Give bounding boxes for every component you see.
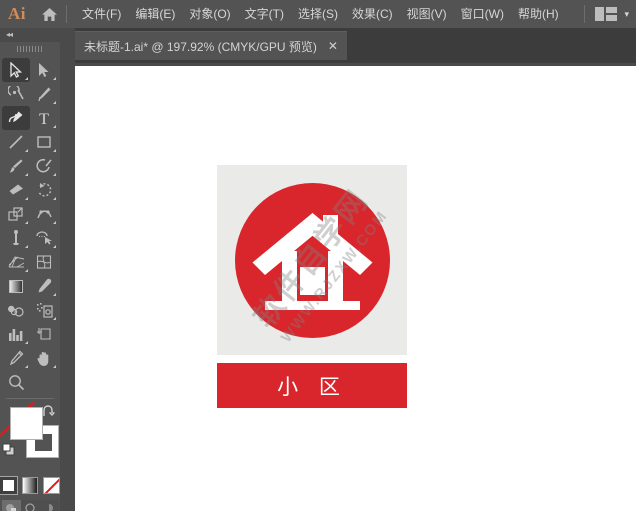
type-tool-icon[interactable]: T xyxy=(30,106,58,130)
magic-wand-tool-icon[interactable] xyxy=(2,82,30,106)
scale-tool-icon[interactable] xyxy=(2,202,30,226)
panel-gutter xyxy=(60,28,75,511)
menu-window[interactable]: 窗口(W) xyxy=(454,3,511,25)
blend-tool-icon[interactable] xyxy=(2,298,30,322)
artwork-label-text: 小 区 xyxy=(277,374,347,399)
zoom-tool-icon[interactable] xyxy=(2,370,30,394)
gradient-tool-icon[interactable] xyxy=(2,274,30,298)
document-tab-bar: 未标题-1.ai* @ 197.92% (CMYK/GPU 预览) ✕ xyxy=(0,28,636,60)
document-tab[interactable]: 未标题-1.ai* @ 197.92% (CMYK/GPU 预览) ✕ xyxy=(72,31,347,60)
tool-grid: T xyxy=(0,56,60,394)
color-swatch-button[interactable] xyxy=(0,476,18,495)
menubar-divider-right xyxy=(584,5,586,23)
selection-tool-icon[interactable] xyxy=(2,58,30,82)
width-tool-icon[interactable] xyxy=(30,202,58,226)
menu-select[interactable]: 选择(S) xyxy=(291,3,345,25)
fill-swatch[interactable] xyxy=(10,407,43,440)
paintbrush-tool-icon[interactable] xyxy=(2,154,30,178)
default-fill-stroke-icon[interactable] xyxy=(2,443,16,462)
menu-view[interactable]: 视图(V) xyxy=(400,3,454,25)
chevron-down-icon[interactable]: ▾ xyxy=(624,9,629,19)
fill-stroke-controls xyxy=(0,401,60,475)
direct-selection-tool-icon[interactable] xyxy=(30,58,58,82)
shape-builder-tool-icon[interactable] xyxy=(30,226,58,250)
document-tab-label: 未标题-1.ai* @ 197.92% (CMYK/GPU 预览) xyxy=(84,39,317,54)
menubar-divider xyxy=(66,5,67,23)
menu-effect[interactable]: 效果(C) xyxy=(345,3,400,25)
draw-inside-button[interactable] xyxy=(39,500,59,511)
tools-panel-header[interactable]: ◂◂ xyxy=(0,28,60,42)
house-icon xyxy=(235,183,390,338)
curvature-tool-icon[interactable] xyxy=(2,106,30,130)
tools-panel-grip[interactable] xyxy=(0,42,60,56)
rotate-tool-icon[interactable] xyxy=(30,178,58,202)
gradient-swatch-button[interactable] xyxy=(21,477,39,494)
mesh-tool-icon[interactable] xyxy=(30,250,58,274)
pen-tool-icon[interactable] xyxy=(30,82,58,106)
menubar-right-group: ▾ xyxy=(584,5,636,23)
rectangle-tool-icon[interactable] xyxy=(30,130,58,154)
hand-tool-icon[interactable] xyxy=(30,346,58,370)
slice-tool-icon[interactable] xyxy=(2,346,30,370)
perspective-grid-tool-icon[interactable] xyxy=(2,250,30,274)
tool-grid-empty xyxy=(30,370,58,394)
artboard-tool-icon[interactable] xyxy=(30,322,58,346)
free-transform-tool-icon[interactable] xyxy=(2,226,30,250)
menu-items: 文件(F) 编辑(E) 对象(O) 文字(T) 选择(S) 效果(C) 视图(V… xyxy=(75,3,566,25)
draw-behind-button[interactable] xyxy=(20,500,40,511)
column-graph-tool-icon[interactable] xyxy=(2,322,30,346)
workspace-switcher-icon[interactable] xyxy=(595,7,618,21)
svg-text:T: T xyxy=(39,111,49,126)
close-icon[interactable]: ✕ xyxy=(328,40,338,52)
menu-help[interactable]: 帮助(H) xyxy=(511,3,566,25)
menu-file[interactable]: 文件(F) xyxy=(75,3,128,25)
draw-mode-buttons xyxy=(0,500,60,511)
document-canvas[interactable]: 小 区 软件自学网 WWW.RJZXW.COM xyxy=(75,66,636,511)
swap-fill-stroke-icon[interactable] xyxy=(42,405,56,423)
artwork-group[interactable]: 小 区 软件自学网 WWW.RJZXW.COM xyxy=(217,165,407,408)
draw-normal-button[interactable] xyxy=(1,500,21,511)
menu-bar: Ai 文件(F) 编辑(E) 对象(O) 文字(T) 选择(S) 效果(C) 视… xyxy=(0,0,636,28)
menu-type[interactable]: 文字(T) xyxy=(238,3,291,25)
shaper-tool-icon[interactable] xyxy=(30,154,58,178)
eraser-tool-icon[interactable] xyxy=(2,178,30,202)
collapse-panel-icon[interactable]: ◂◂ xyxy=(6,31,13,39)
symbol-sprayer-tool-icon[interactable] xyxy=(30,298,58,322)
app-logo: Ai xyxy=(8,4,26,23)
menu-edit[interactable]: 编辑(E) xyxy=(128,3,182,25)
line-segment-tool-icon[interactable] xyxy=(2,130,30,154)
color-mode-buttons xyxy=(0,476,61,495)
eyedropper-tool-icon[interactable] xyxy=(30,274,58,298)
home-icon[interactable] xyxy=(34,7,64,22)
tools-panel: ◂◂ T xyxy=(0,28,61,511)
illustrator-window: Ai 文件(F) 编辑(E) 对象(O) 文字(T) 选择(S) 效果(C) 视… xyxy=(0,0,636,511)
none-swatch-button[interactable] xyxy=(43,477,61,494)
tools-divider xyxy=(6,398,54,399)
menu-object[interactable]: 对象(O) xyxy=(182,3,237,25)
